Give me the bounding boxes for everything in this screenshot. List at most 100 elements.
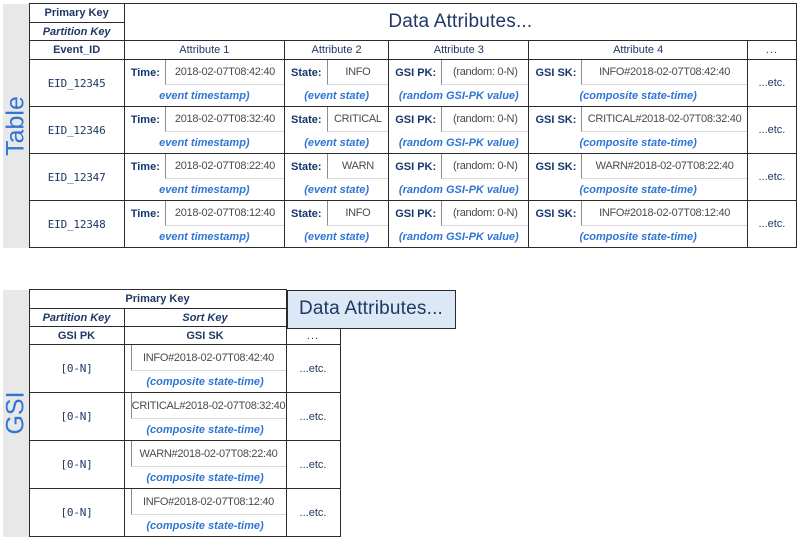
table-header-row-1: Table Primary Key Data Attributes... [1, 3, 798, 248]
gsi-section: GSI Primary Key Data Attributes... Parti… [1, 289, 456, 537]
gsi-sk-caption: (composite state-time) [579, 136, 697, 149]
gsi-sk-value: INFO#2018-02-07T08:42:40 [130, 345, 286, 371]
table-cell-attribute-2: State: INFO (event state) [283, 59, 390, 107]
gsi-cell-pk: [0-N] [28, 392, 125, 441]
gsi-cell-sk: INFO#2018-02-07T08:12:40 (composite stat… [123, 488, 287, 537]
gsi-rail-label: GSI [1, 391, 30, 435]
time-value: 2018-02-07T08:12:40 [164, 201, 284, 226]
table-row: EID_12347 Time: 2018-02-07T08:22:40 event… [3, 153, 798, 201]
gsi-sk-caption: (composite state-time) [146, 423, 264, 436]
time-caption: event timestamp) [159, 136, 250, 149]
gsi-sk-value: WARN#2018-02-07T08:22:40 [581, 154, 747, 179]
gsi-cell-sk: WARN#2018-02-07T08:22:40 (composite stat… [123, 440, 287, 489]
gsi-pk-label: GSI PK: [395, 66, 437, 79]
table-cell-attribute-1: Time: 2018-02-07T08:42:40 event timestamp… [123, 59, 286, 107]
gsi-pk-label: GSI PK: [395, 113, 437, 126]
gsi-data-attributes-header: Data Attributes... [286, 289, 456, 329]
table-cell-attribute-4: GSI SK: INFO#2018-02-07T08:12:40 (composi… [528, 200, 748, 248]
table-cell-attribute-2: State: INFO (event state) [283, 200, 390, 248]
gsi-pk-value: (random: 0-N) [441, 60, 529, 85]
table-row: EID_12346 Time: 2018-02-07T08:32:40 event… [3, 106, 798, 154]
table-col-event-id: Event_ID [28, 40, 125, 60]
time-value: 2018-02-07T08:42:40 [164, 60, 284, 85]
gsi-col-more: ... [285, 326, 341, 345]
gsi-partition-key-header: Partition Key [28, 308, 125, 327]
gsi-sk-caption: (composite state-time) [146, 375, 264, 388]
table-cell-attribute-3: GSI PK: (random: 0-N) (random GSI-PK valu… [388, 106, 530, 154]
gsi-pk-label: GSI PK: [395, 207, 437, 220]
gsi-sort-key-header: Sort Key [123, 308, 287, 327]
time-label: Time: [130, 66, 160, 79]
table-cell-attribute-1: Time: 2018-02-07T08:12:40 event timestamp… [123, 200, 286, 248]
gsi-pk-value: (random: 0-N) [441, 201, 529, 226]
gsi-pk-value: (random: 0-N) [441, 107, 529, 132]
state-value: INFO [326, 201, 389, 226]
gsi-pk-caption: (random GSI-PK value) [398, 136, 519, 149]
table-cell-attribute-4: GSI SK: WARN#2018-02-07T08:22:40 (composi… [528, 153, 748, 201]
table-column-header-row: Event_ID Attribute 1 Attribute 2 Attribu… [3, 40, 798, 60]
gsi-sk-caption: (composite state-time) [146, 471, 264, 484]
table-primary-key-header: Primary Key [28, 3, 125, 23]
table-cell-event-id: EID_12348 [28, 200, 125, 248]
table-cell-event-id: EID_12346 [28, 106, 125, 154]
table-cell-attribute-2: State: CRITICAL (event state) [283, 106, 390, 154]
gsi-sk-value: INFO#2018-02-07T08:12:40 [581, 201, 747, 226]
table-col-attribute-2: Attribute 2 [283, 40, 390, 60]
time-caption: event timestamp) [159, 89, 250, 102]
table-cell-attribute-3: GSI PK: (random: 0-N) (random GSI-PK valu… [388, 59, 530, 107]
time-value: 2018-02-07T08:22:40 [164, 154, 284, 179]
gsi-cell-pk: [0-N] [28, 344, 125, 393]
gsi-cell-more: ...etc. [285, 344, 341, 393]
state-label: State: [291, 113, 322, 126]
gsi-data-attributes-cell: Data Attributes... [286, 289, 456, 329]
state-label: State: [291, 207, 322, 220]
gsi-sk-caption: (composite state-time) [579, 89, 697, 102]
gsi-row: [0-N] INFO#2018-02-07T08:42:40 (composit… [3, 344, 341, 393]
table-section: Table Primary Key Data Attributes... Par… [1, 3, 798, 248]
table-cell-more: ...etc. [746, 200, 798, 248]
gsi-pk-label: GSI PK: [395, 160, 437, 173]
table-data-attributes-header: Data Attributes... [123, 3, 798, 41]
gsi-cell-more: ...etc. [285, 440, 341, 489]
state-value: WARN [326, 154, 389, 179]
state-value: INFO [326, 60, 389, 85]
table-cell-attribute-4: GSI SK: INFO#2018-02-07T08:42:40 (composi… [528, 59, 748, 107]
gsi-sk-value: CRITICAL#2018-02-07T08:32:40 [130, 393, 286, 419]
table-cell-attribute-3: GSI PK: (random: 0-N) (random GSI-PK valu… [388, 153, 530, 201]
gsi-row: [0-N] INFO#2018-02-07T08:12:40 (composit… [3, 488, 341, 537]
gsi-rail: GSI [1, 289, 30, 537]
gsi-sk-value: INFO#2018-02-07T08:12:40 [130, 489, 286, 515]
table-cell-more: ...etc. [746, 59, 798, 107]
gsi-sk-caption: (composite state-time) [579, 183, 697, 196]
gsi-primary-key-header: Primary Key [28, 289, 287, 309]
gsi-sk-value: INFO#2018-02-07T08:42:40 [581, 60, 747, 85]
gsi-sk-caption: (composite state-time) [146, 519, 264, 532]
state-caption: (event state) [304, 136, 369, 149]
table-col-attribute-3: Attribute 3 [388, 40, 530, 60]
state-caption: (event state) [304, 89, 369, 102]
table-rail-label: Table [1, 95, 30, 156]
table-partition-key-header: Partition Key [28, 22, 125, 41]
gsi-pk-caption: (random GSI-PK value) [398, 89, 519, 102]
table-col-more: ... [746, 40, 798, 60]
state-label: State: [291, 66, 322, 79]
gsi-column-header-row: GSI PK GSI SK ... [3, 326, 341, 345]
gsi-pk-caption: (random GSI-PK value) [398, 183, 519, 196]
state-caption: (event state) [304, 183, 369, 196]
table-cell-attribute-3: GSI PK: (random: 0-N) (random GSI-PK valu… [388, 200, 530, 248]
state-caption: (event state) [304, 230, 369, 243]
gsi-header-row-1: GSI Primary Key Data Attributes... [1, 289, 456, 537]
table-cell-event-id: EID_12347 [28, 153, 125, 201]
time-label: Time: [130, 113, 160, 126]
time-label: Time: [130, 160, 160, 173]
state-value: CRITICAL [326, 107, 389, 132]
table-cell-event-id: EID_12345 [28, 59, 125, 107]
gsi-cell-pk: [0-N] [28, 440, 125, 489]
gsi-cell-sk: CRITICAL#2018-02-07T08:32:40 (composite … [123, 392, 287, 441]
gsi-sk-value: WARN#2018-02-07T08:22:40 [130, 441, 286, 467]
gsi-pk-value: (random: 0-N) [441, 154, 529, 179]
gsi-row: [0-N] WARN#2018-02-07T08:22:40 (composit… [3, 440, 341, 489]
table-cell-attribute-2: State: WARN (event state) [283, 153, 390, 201]
gsi-pk-caption: (random GSI-PK value) [398, 230, 519, 243]
table-col-attribute-1: Attribute 1 [123, 40, 286, 60]
